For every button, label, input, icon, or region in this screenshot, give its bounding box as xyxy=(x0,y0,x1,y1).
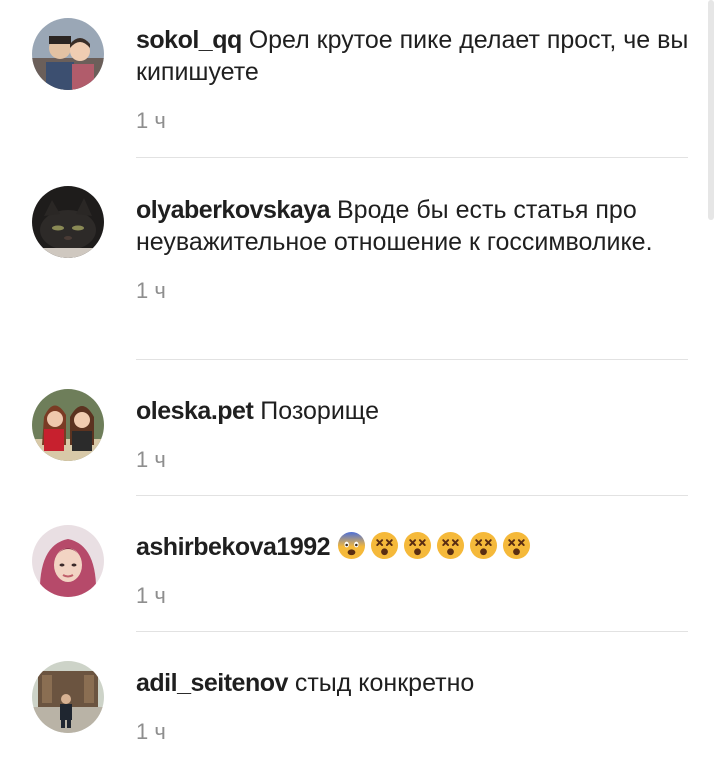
divider xyxy=(136,631,688,632)
avatar[interactable] xyxy=(32,186,104,258)
comment-text: ashirbekova1992 xyxy=(136,531,696,563)
dizzy-face-icon xyxy=(403,531,432,560)
comment-message: стыд конкретно xyxy=(294,669,475,697)
dizzy-face-icon xyxy=(370,531,399,560)
divider xyxy=(136,157,688,158)
comment-username[interactable]: ashirbekova1992 xyxy=(136,533,331,561)
scrollbar[interactable] xyxy=(708,0,714,220)
comment-text: adil_seitenov стыд конкретно xyxy=(136,667,696,699)
comment-username[interactable]: olyaberkovskaya xyxy=(136,196,331,224)
divider xyxy=(136,359,688,360)
comment-username[interactable]: oleska.pet xyxy=(136,397,254,425)
comment-text: olyaberkovskaya Вроде бы есть статья про… xyxy=(136,194,696,258)
dizzy-face-icon xyxy=(469,531,498,560)
comment-time: 1 ч xyxy=(136,108,166,133)
comment-time: 1 ч xyxy=(136,447,166,472)
comment-emojis xyxy=(337,531,535,561)
comments-screen: sokol_qq Орел крутое пике делает прост, … xyxy=(0,0,718,762)
dizzy-face-icon xyxy=(436,531,465,560)
comment-time: 1 ч xyxy=(136,719,166,744)
comment-text: sokol_qq Орел крутое пике делает прост, … xyxy=(136,24,696,88)
avatar[interactable] xyxy=(32,389,104,461)
avatar[interactable] xyxy=(32,18,104,90)
comment-time: 1 ч xyxy=(136,278,166,303)
avatar[interactable] xyxy=(32,525,104,597)
comment-time: 1 ч xyxy=(136,583,166,608)
dizzy-face-icon xyxy=(502,531,531,560)
divider xyxy=(136,495,688,496)
comment-message: Позорище xyxy=(260,397,379,425)
comment-username[interactable]: adil_seitenov xyxy=(136,669,288,697)
avatar[interactable] xyxy=(32,661,104,733)
fearful-face-icon xyxy=(337,531,366,560)
comment-username[interactable]: sokol_qq xyxy=(136,26,242,54)
comment-text: oleska.pet Позорище xyxy=(136,395,696,427)
